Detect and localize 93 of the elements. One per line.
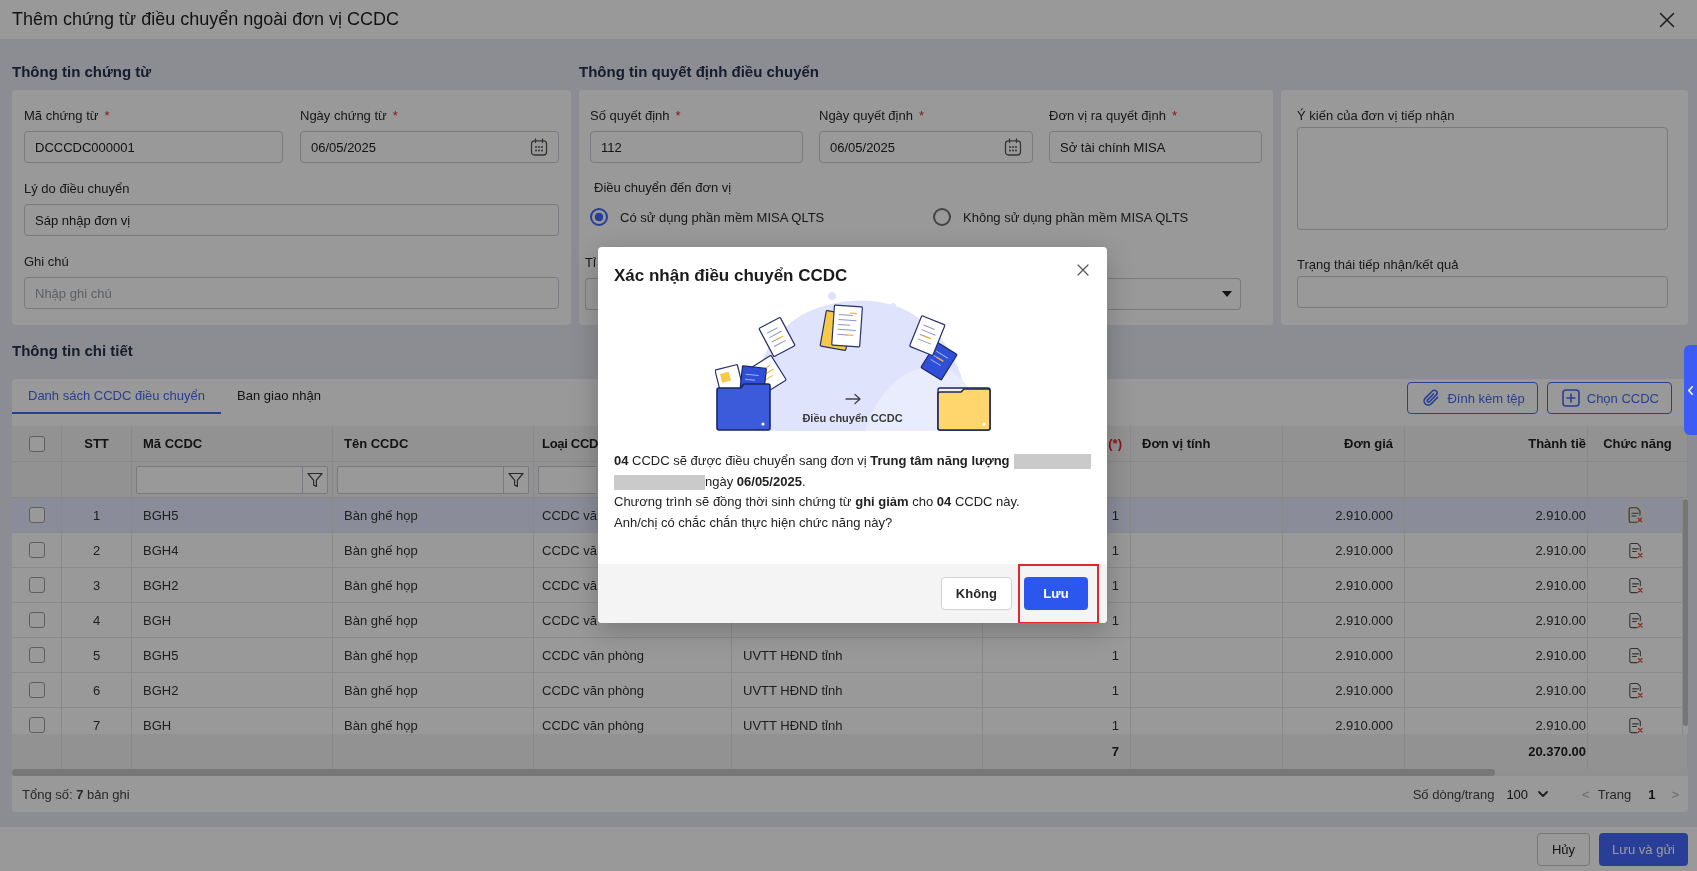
column-header: (*) (1108, 436, 1122, 451)
table-cell: CCDC văn phòng (542, 682, 644, 698)
table-cell: 2.910.00 (1535, 717, 1586, 733)
message-text: Chương trình sẽ đồng thời sinh chứng từ ghi giảm cho 04 CCDC này. (614, 493, 1020, 512)
table-cell: 1 (1111, 647, 1119, 663)
column-header: Chức năng (1603, 436, 1672, 451)
table-cell: 1 (92, 507, 101, 523)
table-cell: 2.910.000 (1335, 577, 1393, 593)
group-label: Điều chuyển đến đơn vị (594, 180, 732, 196)
section-heading: Thông tin quyết định điều chuyển (579, 62, 819, 82)
required-mark: * (392, 107, 398, 123)
illustration-caption: Điều chuyển CCDC (802, 412, 903, 425)
field-label: Tỉ (585, 254, 596, 270)
table-cell: 2.910.00 (1535, 542, 1586, 558)
table-cell: 1 (1111, 542, 1119, 558)
field-label: Lý do điều chuyển (24, 180, 130, 196)
field-label: Số quyết định (590, 107, 670, 123)
table-cell: 7 (92, 717, 101, 733)
table-cell: 2.910.00 (1535, 612, 1586, 628)
table-cell: Bàn ghế họp (344, 717, 418, 733)
table-cell: 2.910.00 (1535, 577, 1586, 593)
required-mark: * (918, 107, 924, 123)
table-cell: 2.910.00 (1535, 682, 1586, 698)
total-cell: 7 (1111, 744, 1119, 759)
table-cell: 2.910.000 (1335, 542, 1393, 558)
field-label: Ý kiến của đơn vị tiếp nhận (1297, 107, 1455, 123)
message-text: ngày 06/05/2025. (705, 472, 806, 491)
table-cell: 2.910.000 (1335, 507, 1393, 523)
table-cell: 1 (1111, 682, 1119, 698)
table-cell: 1 (1111, 612, 1119, 628)
column-header: Đơn giá (1344, 436, 1393, 451)
column-header: Đơn vị tính (1142, 436, 1211, 451)
table-cell: BGH4 (143, 542, 179, 558)
table-cell: CCDC văn phòng (542, 717, 644, 733)
required-mark: * (104, 107, 110, 123)
table-cell: 2.910.00 (1535, 507, 1586, 523)
table-cell: BGH (143, 612, 172, 628)
message-text: Anh/chị có chắc chắn thực hiện chức năng này? (614, 514, 893, 533)
column-header: Loại CCD (542, 436, 599, 451)
field-label: Ghi chú (24, 253, 69, 269)
required-mark: * (675, 107, 681, 123)
table-cell: 1 (1111, 577, 1119, 593)
table-cell: 1 (1111, 507, 1119, 523)
table-cell: 3 (92, 577, 101, 593)
table-cell: Bàn ghế họp (344, 577, 418, 593)
table-cell: UVTT HĐND tỉnh (743, 682, 843, 698)
section-heading: Thông tin chi tiết (12, 341, 133, 361)
table-cell: Bàn ghế họp (344, 612, 418, 628)
required-mark: * (1171, 107, 1177, 123)
table-cell: BGH5 (143, 507, 179, 523)
table-cell: 2.910.000 (1335, 717, 1393, 733)
window-title: Thêm chứng từ điều chuyển ngoài đơn vị CCDC (12, 9, 400, 30)
table-cell: Bàn ghế họp (344, 682, 418, 698)
table-cell: CCDC vă (542, 577, 597, 593)
field-label: Mã chứng từ (24, 107, 99, 123)
column-header: Tên CCDC (344, 436, 409, 451)
table-cell: BGH2 (143, 682, 179, 698)
table-cell: 2.910.000 (1335, 612, 1393, 628)
table-cell: Bàn ghế họp (344, 647, 418, 663)
rows-per-page-label: Số dòng/trang (1412, 786, 1495, 802)
table-cell: BGH5 (143, 647, 179, 663)
dialog-title: Xác nhận điều chuyển CCDC (614, 265, 848, 287)
column-header: Mã CCDC (143, 436, 203, 451)
table-cell: CCDC vă (542, 542, 597, 558)
table-cell: 1 (1111, 717, 1119, 733)
field-label: Đơn vị ra quyết định (1049, 107, 1166, 123)
table-cell: Bàn ghế họp (344, 507, 418, 523)
field-label: Ngày quyết định (819, 107, 913, 123)
table-cell: UVTT HĐND tỉnh (743, 647, 843, 663)
record-count: Tổng số: 7 bản ghi (22, 786, 130, 802)
page-number: 1 (1648, 786, 1656, 802)
table-cell: 2.910.00 (1535, 647, 1586, 663)
field-label: Ngày chứng từ (300, 107, 387, 123)
table-cell: 2.910.000 (1335, 682, 1393, 698)
message-text: 04 CCDC sẽ được điều chuyển sang đơn vị Trung tâm năng lượng (614, 452, 1010, 470)
table-cell: CCDC văn phòng (542, 647, 644, 663)
table-cell: CCDC vă (542, 612, 597, 628)
section-heading: Thông tin chứng từ (12, 62, 152, 82)
table-cell: 2.910.000 (1335, 647, 1393, 663)
table-cell: 6 (92, 682, 101, 698)
table-cell: UVTT HĐND tỉnh (743, 717, 843, 733)
table-cell: 4 (92, 612, 101, 628)
page-label: Trang (1597, 786, 1632, 802)
total-cell: 20.370.00 (1528, 744, 1586, 759)
field-label: Trạng thái tiếp nhận/kết quả (1297, 256, 1459, 272)
column-header: STT (84, 436, 109, 451)
table-cell: 2 (92, 542, 101, 558)
table-cell: Bàn ghế họp (344, 542, 418, 558)
column-header: Thành tiề (1528, 436, 1586, 451)
table-cell: BGH (143, 717, 172, 733)
table-cell: 5 (92, 647, 101, 663)
table-cell: BGH2 (143, 577, 179, 593)
table-cell: CCDC vă (542, 507, 597, 523)
